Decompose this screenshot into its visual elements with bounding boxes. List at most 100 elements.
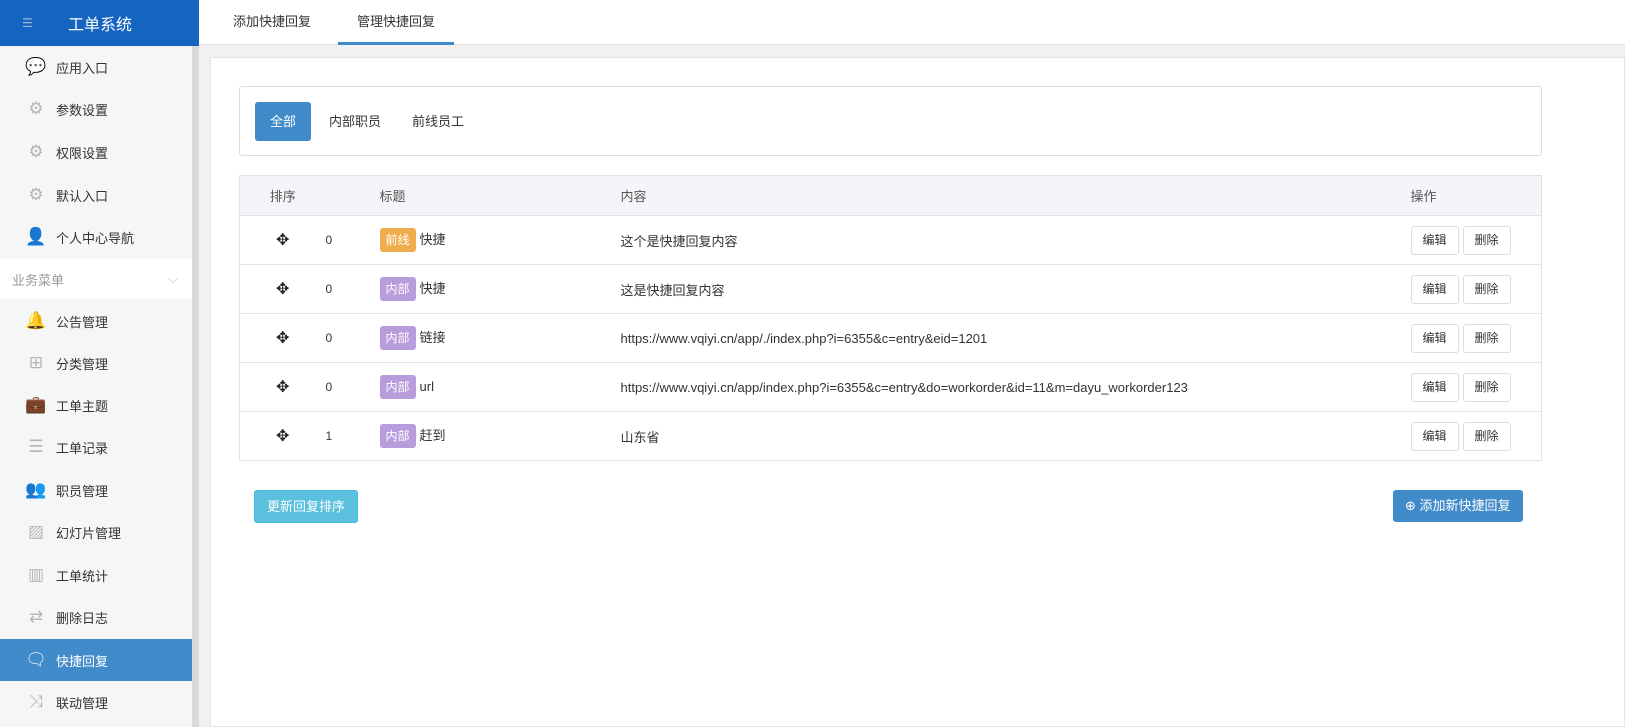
col-blank xyxy=(325,175,380,216)
reply-title: 赶到 xyxy=(419,428,446,443)
bar-chart-icon: ▥ xyxy=(27,565,45,584)
sidebar-item-label: 权限设置 xyxy=(56,145,109,161)
order-value: 0 xyxy=(325,215,380,265)
sidebar-item-label: 工单主题 xyxy=(56,398,109,414)
edit-button[interactable]: 编辑 xyxy=(1410,274,1459,304)
users-icon: 👥 xyxy=(25,480,47,499)
sidebar-item[interactable]: 👤 个人中心导航 xyxy=(0,216,192,258)
type-badge: 前线 xyxy=(379,228,416,252)
reply-content: https://www.vqiyi.cn/app/index.php?i=635… xyxy=(620,362,1411,412)
col-title: 标题 xyxy=(379,175,621,216)
menu-toggle-icon[interactable]: ☰ xyxy=(22,16,42,30)
user-icon: 👤 xyxy=(25,227,47,246)
drag-handle-icon[interactable]: ✥ xyxy=(276,379,289,396)
order-value: 0 xyxy=(325,264,380,314)
sidebar: ☰ 工单系统 💬 应用入口 ⚙ 参数设置 ⚙ 权限设置 ⚙ 默认入口 👤 个人中心导航 🔔 公告管理 ⊞… xyxy=(0,0,199,727)
sidebar-item[interactable]: 👥 职员管理 xyxy=(0,469,192,511)
sidebar-item[interactable]: 🔔 公告管理 xyxy=(0,300,192,342)
sidebar-item[interactable]: 💬 应用入口 xyxy=(0,46,192,88)
app-title: 工单系统 xyxy=(68,17,133,34)
order-value: 1 xyxy=(325,411,380,461)
sidebar-item-label: 参数设置 xyxy=(56,102,109,118)
bell-icon: 🔔 xyxy=(25,311,47,330)
sidebar-item[interactable]: ⚙ 默认入口 xyxy=(0,174,192,216)
sidebar-item[interactable]: ▨ 幻灯片管理 xyxy=(0,511,192,553)
sidebar-item[interactable]: 💼 工单主题 xyxy=(0,384,192,426)
filter-bar: 全部 内部职员 前线员工 xyxy=(239,86,1542,156)
sidebar-item[interactable]: 🗨 快捷回复 xyxy=(0,639,199,681)
sidebar-item[interactable]: ⤨ 联动管理 xyxy=(0,681,192,723)
type-badge: 内部 xyxy=(379,424,416,448)
filter-frontline-staff[interactable]: 前线员工 xyxy=(397,102,479,141)
table-row: ✥ 0 前线 快捷 这个是快捷回复内容 编辑 删除 xyxy=(239,215,1542,265)
col-actions: 操作 xyxy=(1410,175,1542,216)
drag-handle-icon[interactable]: ✥ xyxy=(276,232,289,249)
filter-all[interactable]: 全部 xyxy=(255,102,312,141)
sidebar-item-label: 联动管理 xyxy=(56,695,109,711)
drag-handle-icon[interactable]: ✥ xyxy=(276,428,289,445)
reply-content: https://www.vqiyi.cn/app/./index.php?i=6… xyxy=(620,313,1411,363)
group-header-business-menu[interactable]: 业务菜单 ⌵ xyxy=(0,259,192,299)
reply-title: 链接 xyxy=(419,330,446,345)
order-value: 0 xyxy=(325,362,380,412)
plus-circle-icon: ⊕ xyxy=(1405,498,1420,513)
type-badge: 内部 xyxy=(379,375,416,399)
sidebar-item[interactable]: ⊞ 分类管理 xyxy=(0,342,192,384)
quick-reply-table: 排序 标题 内容 操作 ✥ 0 前线 快捷 这个是快捷回复内容 编辑 删除 ✥ 0 内… xyxy=(239,175,1542,461)
delete-button[interactable]: 删除 xyxy=(1462,372,1511,402)
table-row: ✥ 0 内部 快捷 这是快捷回复内容 编辑 删除 xyxy=(239,264,1542,314)
brand-header: ☰ 工单系统 xyxy=(0,0,199,46)
sidebar-item[interactable]: ⚙ 参数设置 xyxy=(0,88,192,130)
type-badge: 内部 xyxy=(379,277,416,301)
tab-add-quick-reply[interactable]: 添加快捷回复 xyxy=(233,0,311,45)
sidebar-item-label: 个人中心导航 xyxy=(56,230,135,246)
add-quick-reply-button[interactable]: ⊕ 添加新快捷回复 xyxy=(1393,490,1523,522)
filter-internal-staff[interactable]: 内部职员 xyxy=(314,102,396,141)
reply-content: 这是快捷回复内容 xyxy=(620,264,1411,314)
sitemap-icon: ⊞ xyxy=(28,353,44,372)
edit-button[interactable]: 编辑 xyxy=(1410,372,1459,402)
update-order-button[interactable]: 更新回复排序 xyxy=(254,490,359,523)
sidebar-item[interactable]: ☰ 工单记录 xyxy=(0,426,192,468)
sidebar-item[interactable]: ⇄ 删除日志 xyxy=(0,596,192,638)
sidebar-item-label: 删除日志 xyxy=(56,610,109,626)
list-icon: ☰ xyxy=(28,437,44,456)
col-content: 内容 xyxy=(620,175,1411,216)
group-label: 业务菜单 xyxy=(12,272,65,288)
sidebar-scrollbar[interactable] xyxy=(192,46,199,727)
type-badge: 内部 xyxy=(379,326,416,350)
retweet-icon: ⇄ xyxy=(28,607,44,626)
edit-button[interactable]: 编辑 xyxy=(1410,421,1459,451)
sidebar-item-label: 幻灯片管理 xyxy=(56,525,122,541)
gear-icon: ⚙ xyxy=(28,99,44,118)
order-value: 0 xyxy=(325,313,380,363)
sidebar-item-label: 工单记录 xyxy=(56,440,109,456)
delete-button[interactable]: 删除 xyxy=(1462,274,1511,304)
reply-title: 快捷 xyxy=(419,281,446,296)
table-row: ✥ 0 内部 url https://www.vqiyi.cn/app/index… xyxy=(239,362,1542,412)
edit-button[interactable]: 编辑 xyxy=(1410,323,1459,353)
sidebar-item-label: 职员管理 xyxy=(56,483,109,499)
comments-icon: 🗨 xyxy=(25,650,47,669)
table-row: ✥ 0 内部 链接 https://www.vqiyi.cn/app/./inde… xyxy=(239,313,1542,363)
delete-button[interactable]: 删除 xyxy=(1462,225,1511,255)
sidebar-item[interactable]: ▥ 工单统计 xyxy=(0,554,192,596)
gear-icon: ⚙ xyxy=(28,142,44,161)
drag-handle-icon[interactable]: ✥ xyxy=(276,330,289,347)
sidebar-item-label: 分类管理 xyxy=(56,356,109,372)
sidebar-item[interactable]: ⚙ 权限设置 xyxy=(0,131,192,173)
col-order: 排序 xyxy=(239,175,326,216)
delete-button[interactable]: 删除 xyxy=(1462,323,1511,353)
image-icon: ▨ xyxy=(27,522,45,541)
tab-manage-quick-reply[interactable]: 管理快捷回复 xyxy=(338,0,455,45)
chat-icon: 💬 xyxy=(25,57,47,76)
table-row: ✥ 1 内部 赶到 山东省 编辑 删除 xyxy=(239,411,1542,461)
add-quick-reply-label: 添加新快捷回复 xyxy=(1419,498,1511,513)
top-tabs: 添加快捷回复 管理快捷回复 xyxy=(199,0,1625,45)
delete-button[interactable]: 删除 xyxy=(1462,421,1511,451)
drag-handle-icon[interactable]: ✥ xyxy=(276,281,289,298)
edit-button[interactable]: 编辑 xyxy=(1410,225,1459,255)
reply-title: 快捷 xyxy=(419,232,446,247)
sidebar-item-label: 工单统计 xyxy=(56,568,109,584)
sidebar-item-label: 快捷回复 xyxy=(56,653,109,669)
